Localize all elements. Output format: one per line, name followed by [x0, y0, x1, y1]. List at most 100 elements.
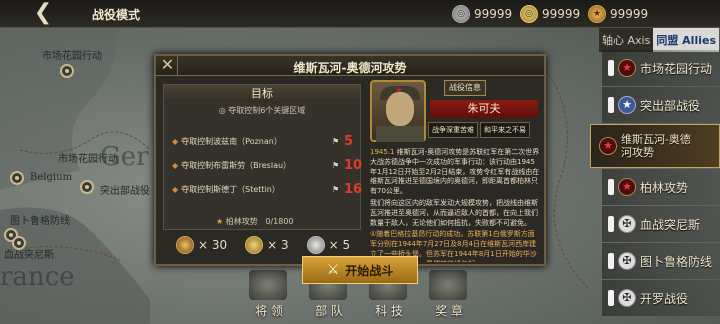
- campaign-item[interactable]: ✠ 图卜鲁格防线: [602, 243, 720, 279]
- objective-text: 夺取控制斯德丁（Stettin）: [181, 184, 280, 194]
- desc-text: 我们将向这区内的敌军发动大规模攻势，把战线由维斯瓦河推进至奥德河，从而逼近敌人的…: [370, 198, 538, 227]
- campaign-item[interactable]: ✠ 开罗战役: [602, 280, 720, 316]
- campaign-item[interactable]: ✠ 血战突尼斯: [602, 206, 720, 242]
- objective-row: ◆ 夺取控制波兹南（Poznan） ⚑ 5: [172, 133, 356, 149]
- campaign-list: ★ 市场花园行动 ★ 突出部战役 ★ 维斯瓦河-奥德河攻势 ★ 柏林攻势 ✠ 血…: [590, 50, 720, 317]
- tab-axis[interactable]: 轴心 Axis: [599, 28, 654, 52]
- objectives-subheading: ◎ 夺取控制6个关键区域: [218, 106, 306, 115]
- bullet-icon: ◆: [172, 184, 179, 194]
- map-region-label: rance: [0, 262, 75, 292]
- star-white-icon: ★: [618, 96, 636, 114]
- reward-value: × 30: [198, 238, 228, 252]
- objective-row: ◆ 夺取控制斯德丁（Stettin） ⚑ 16: [172, 181, 362, 197]
- nav-label: 奖 章: [435, 304, 463, 318]
- top-bar: ❮ 战役模式 ◎ 99999 ◎ 99999 ★ 99999: [0, 0, 720, 28]
- objective-count: 5: [344, 133, 354, 149]
- general-name: 朱可夫: [430, 100, 538, 118]
- desc-year: 1945.1: [370, 148, 395, 156]
- desc-text: 维斯瓦河-奥德河攻势是苏联红军在第二次世界大战苏德战争中一次成功的军事行动：该行…: [370, 148, 540, 196]
- start-battle-button[interactable]: ⚔ 开始战斗: [302, 256, 418, 284]
- resource-value: 99999: [474, 7, 513, 21]
- objectives-panel: 目标 ◎ 夺取控制6个关键区域 ◆ 夺取控制波兹南（Poznan） ⚑ 5 ◆ …: [163, 84, 362, 230]
- campaign-label: 图卜鲁格防线: [640, 254, 713, 269]
- traits: 战争深重苦难 和平来之不易: [428, 122, 542, 138]
- campaign-item[interactable]: ★ 市场花园行动: [602, 50, 720, 86]
- silver-medal-icon: [306, 236, 325, 254]
- map-city-marker[interactable]: [12, 236, 26, 250]
- campaign-item[interactable]: ★ 突出部战役: [602, 87, 720, 123]
- campaign-item-selected[interactable]: ★ 维斯瓦河-奥德河攻势: [590, 124, 720, 168]
- map-city-marker[interactable]: [80, 180, 94, 194]
- reward-value: × 5: [328, 238, 351, 252]
- crossed-swords-icon: ⚔: [326, 262, 340, 278]
- tab-allies[interactable]: 同盟 Allies: [653, 28, 719, 52]
- objective-text: 夺取控制波兹南（Poznan）: [181, 136, 282, 146]
- campaign-label: 维斯瓦河-奥德河攻势: [621, 133, 691, 159]
- coat-icon: [376, 126, 424, 142]
- info-label: 战役信息: [444, 80, 486, 96]
- star-icon: ★: [216, 217, 224, 226]
- back-button[interactable]: ❮: [28, 2, 58, 26]
- campaign-info: 战役信息 朱可夫 战争深重苦难 和平来之不易 1945.1 维斯瓦河-奥德河攻势…: [366, 78, 542, 264]
- pin-icon: [608, 216, 614, 232]
- nav-label: 部 队: [315, 304, 343, 318]
- reward-item: × 3: [245, 236, 289, 254]
- bullet-icon: ◆: [172, 136, 179, 146]
- campaign-label: 突出部战役: [640, 98, 701, 113]
- trait-badge: 战争深重苦难: [428, 122, 478, 138]
- face-icon: [386, 92, 414, 126]
- pin-icon: [608, 60, 614, 76]
- star-red-icon: ★: [618, 59, 636, 77]
- map-city-label: 市场花园行动: [42, 51, 102, 62]
- pin-icon: [608, 253, 614, 269]
- reward-item: × 5: [306, 236, 351, 254]
- map-city-marker[interactable]: [10, 171, 24, 185]
- pin-icon: [608, 97, 614, 113]
- pin-icon: [608, 290, 614, 306]
- campaign-item[interactable]: ★ 柏林攻势: [602, 169, 720, 205]
- flag-icon: ⚑: [332, 184, 340, 194]
- flag-icon: ⚑: [332, 160, 340, 170]
- dialog-header: ✕ 维斯瓦河-奥德河攻势: [156, 56, 544, 76]
- nav-generals[interactable]: 将 领: [240, 268, 298, 324]
- resource-value: 99999: [542, 7, 581, 21]
- medal-icon: [429, 270, 467, 300]
- campaign-description[interactable]: 1945.1 维斯瓦河-奥德河攻势是苏联红军在第二次世界大战苏德战争中一次成功的…: [370, 148, 540, 262]
- progress-line: ★ 柏林攻势 0/1800: [216, 216, 294, 227]
- reward-item: × 30: [176, 236, 227, 254]
- pin-icon: [608, 179, 614, 195]
- resource-gold: ◎ 99999: [520, 4, 580, 24]
- map-city-label: 血战突尼斯: [4, 250, 54, 261]
- objective-row: ◆ 夺取控制布雷斯劳（Breslau） ⚑ 10: [172, 157, 362, 173]
- cross-icon: ✠: [618, 215, 636, 233]
- map-city-marker[interactable]: [60, 64, 74, 78]
- bullet-icon: ◆: [172, 160, 179, 170]
- page-title: 战役模式: [92, 8, 141, 22]
- resource-star: ★ 99999: [588, 4, 648, 24]
- dialog-title: 维斯瓦河-奥德河攻势: [293, 61, 407, 75]
- nav-medals[interactable]: 奖 章: [420, 268, 478, 324]
- objective-count: 10: [344, 157, 363, 173]
- map-region-label: Ger: [100, 142, 149, 172]
- faction-tabs: 轴心 Axis 同盟 Allies: [599, 28, 720, 52]
- map-region-label: Belgium: [30, 172, 72, 183]
- campaign-label: 开罗战役: [640, 291, 689, 306]
- map-city-label: 图卜鲁格防线: [10, 216, 70, 227]
- coin-gold-icon: ◎: [520, 5, 538, 23]
- flag-icon: ⚑: [332, 136, 340, 146]
- general-portrait: [370, 80, 426, 142]
- progress-value: 0/1800: [265, 217, 294, 226]
- trait-badge: 和平来之不易: [480, 122, 530, 138]
- map-city-label: 突出部战役: [100, 186, 150, 197]
- progress-label: 柏林攻势: [225, 217, 258, 226]
- star-red-icon: ★: [599, 137, 617, 155]
- objective-count: 16: [344, 181, 363, 197]
- nav-label: 将 领: [255, 304, 283, 318]
- rewards: × 30 × 3 × 5: [176, 236, 350, 254]
- resource-silver: ◎ 99999: [452, 4, 512, 24]
- campaign-label: 市场花园行动: [640, 61, 713, 76]
- reward-value: × 3: [267, 238, 289, 252]
- nav-label: 科 技: [375, 304, 403, 318]
- start-battle-label: 开始战斗: [345, 263, 394, 278]
- campaign-label: 血战突尼斯: [640, 217, 701, 232]
